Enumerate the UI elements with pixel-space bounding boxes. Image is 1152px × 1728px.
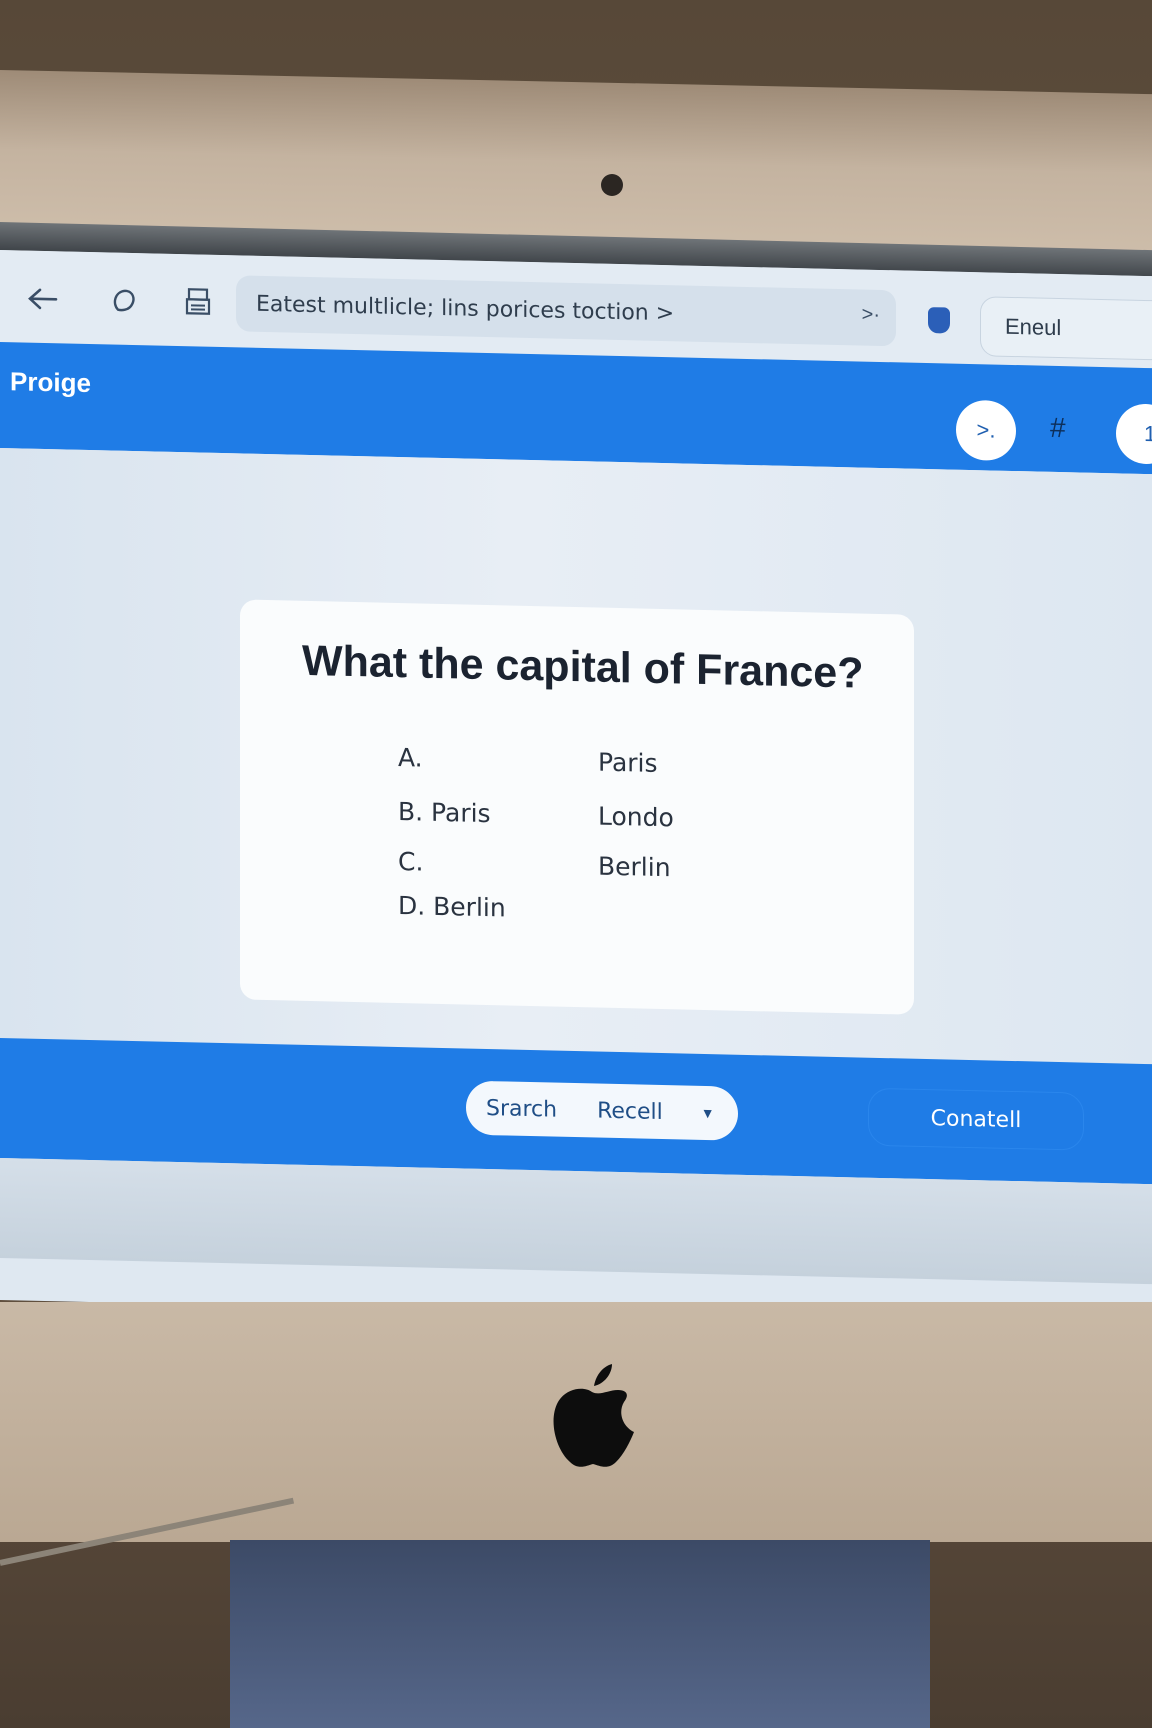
answer-text-1: Paris [598,747,658,778]
contact-button[interactable]: Conatell [868,1087,1084,1151]
email-label: Eneul [1005,313,1062,341]
main-content: What the capital of France? A. B. Paris … [0,448,1152,1065]
recall-button[interactable]: Recell [577,1098,683,1125]
answer-text-2: Londo [598,801,674,833]
option-c[interactable]: C. [398,847,423,877]
shield-icon[interactable] [928,307,950,334]
chevron-down-icon[interactable]: ▼ [701,1105,715,1121]
monitor-stand [230,1540,930,1728]
refresh-icon[interactable] [104,280,144,321]
apple-logo-icon [553,1364,634,1467]
printer-icon[interactable] [178,282,218,323]
option-b[interactable]: B. Paris [398,797,491,828]
header-badge[interactable]: 1 [1116,403,1152,465]
hash-icon[interactable]: # [1050,412,1066,444]
address-go-icon[interactable]: >· [862,304,880,327]
search-recall-group: Srarch Recell ▼ [466,1080,738,1141]
back-arrow-icon[interactable] [22,278,62,319]
option-d[interactable]: D. Berlin [398,891,506,922]
camera-icon [601,174,623,196]
search-button[interactable]: Srarch [466,1095,577,1123]
screen: Eatest multlicle; lins porices toction >… [0,250,1152,1327]
option-a[interactable]: A. [398,743,423,773]
email-button[interactable]: Eneul [980,296,1152,361]
quiz-card: What the capital of France? A. B. Paris … [240,599,914,1015]
question-text: What the capital of France? [302,636,864,698]
address-text: Eatest multlicle; lins porices toction > [256,291,675,326]
answer-text-3: Berlin [598,851,671,883]
app-title: Proige [10,366,91,399]
header-next-button[interactable]: >. [956,399,1016,462]
address-bar[interactable]: Eatest multlicle; lins porices toction >… [236,275,896,347]
